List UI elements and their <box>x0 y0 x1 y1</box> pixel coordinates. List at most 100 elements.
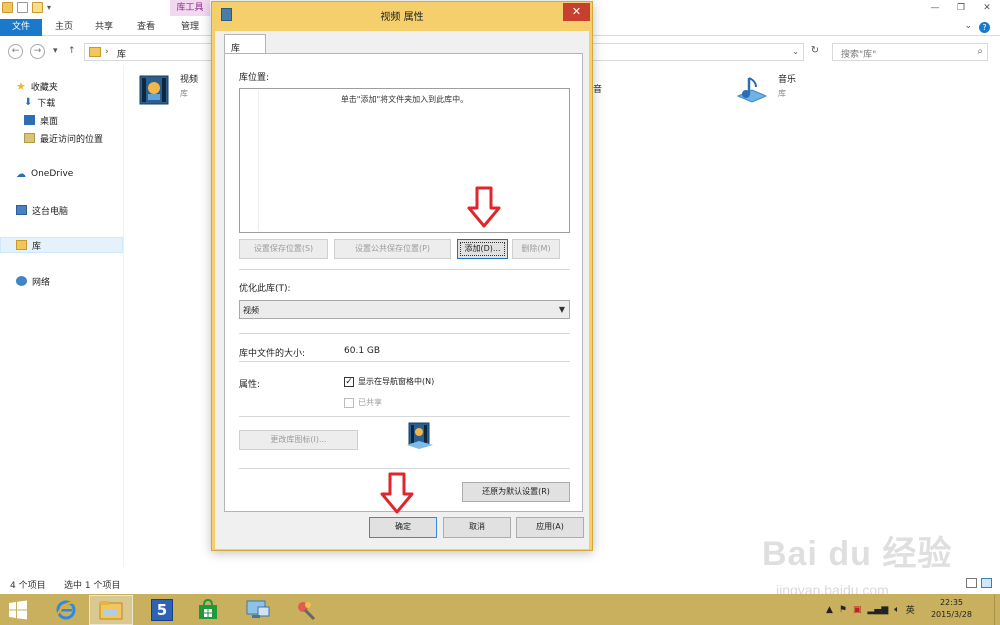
library-locations-list[interactable]: 单击"添加"将文件夹加入到此库中。 <box>239 88 570 233</box>
folder-icon <box>99 601 123 620</box>
item-type: 库 <box>180 89 188 98</box>
remote-desktop-icon[interactable] <box>236 595 280 625</box>
search-icon[interactable]: ⌕ <box>977 46 983 57</box>
search-placeholder: 搜索"库" <box>841 50 877 60</box>
tab-file[interactable]: 文件 <box>0 19 42 36</box>
divider <box>239 269 570 270</box>
optimize-library-select[interactable]: 视频 ▼ <box>239 300 570 319</box>
tab-view[interactable]: 查看 <box>130 19 162 36</box>
sidebar-item-libraries[interactable]: 库 <box>0 237 123 253</box>
attributes-label: 属性: <box>239 380 261 390</box>
tab-home[interactable]: 主页 <box>48 19 80 36</box>
tab-manage[interactable]: 管理 <box>172 19 208 36</box>
large-icons-view-icon[interactable] <box>981 578 992 588</box>
computer-icon <box>16 205 27 215</box>
monitor-icon <box>246 600 270 618</box>
checkbox-label: 显示在导航窗格中(N) <box>358 377 435 386</box>
optimize-selected-value: 视频 <box>243 306 259 315</box>
maximize-icon[interactable]: ❐ <box>948 0 974 16</box>
sidebar-item-favorites[interactable]: ★ 收藏夹 <box>16 78 58 94</box>
recent-places-icon <box>24 133 35 143</box>
library-item-music[interactable]: 音乐 库 <box>734 72 796 108</box>
tab-share[interactable]: 共享 <box>88 19 120 36</box>
sidebar-item-onedrive[interactable]: ☁ OneDrive <box>16 166 73 182</box>
library-tools-context-tab: 库工具 <box>170 0 210 16</box>
view-switcher <box>966 578 992 588</box>
app-5-icon[interactable]: 5 <box>140 595 184 625</box>
divider <box>239 361 570 362</box>
sidebar-item-network[interactable]: 网络 <box>16 273 50 289</box>
checkbox-label: 已共享 <box>358 398 382 407</box>
restore-defaults-button[interactable]: 还原为默认设置(R) <box>462 482 570 502</box>
library-properties-dialog: 视频 属性 ✕ 库 库位置: 单击"添加"将文件夹加入到此库中。 设置保存位置(… <box>211 1 593 551</box>
divider <box>239 333 570 334</box>
item-type: 库 <box>778 89 786 98</box>
network-signal-icon[interactable]: ▂▄▆ <box>868 605 889 615</box>
add-button[interactable]: 添加(D)... <box>457 239 508 259</box>
baidu-watermark: Bai du 经验 <box>762 535 953 573</box>
video-library-icon <box>407 422 433 449</box>
download-icon: ⬇ <box>24 96 33 108</box>
back-icon[interactable]: ← <box>8 44 23 59</box>
internet-explorer-icon[interactable] <box>44 595 88 625</box>
folder-icon[interactable] <box>2 2 13 13</box>
file-explorer-icon[interactable] <box>89 595 133 625</box>
forward-icon[interactable]: → <box>30 44 45 59</box>
refresh-icon[interactable]: ↻ <box>806 45 824 59</box>
chevron-down-icon[interactable]: ⌄ <box>792 47 799 56</box>
chevron-down-icon[interactable]: ▾ <box>47 3 51 12</box>
clock[interactable]: 22:35 2015/3/28 <box>931 597 972 621</box>
cancel-button[interactable]: 取消 <box>443 517 511 538</box>
chevron-down-icon[interactable]: ⌄ <box>964 21 972 31</box>
divider <box>239 416 570 417</box>
set-save-location-button[interactable]: 设置保存位置(S) <box>239 239 328 259</box>
details-view-icon[interactable] <box>966 578 977 588</box>
show-hidden-icons-icon[interactable]: ▲ <box>826 605 833 615</box>
change-library-icon-button[interactable]: 更改库图标(I)... <box>239 430 358 450</box>
library-item-videos[interactable]: 视频 库 <box>136 72 198 108</box>
close-icon[interactable]: ✕ <box>563 3 590 21</box>
help-icon[interactable]: ? <box>979 22 990 33</box>
tab-library[interactable]: 库 <box>224 34 266 54</box>
partially-hidden-item-name: 音 <box>593 85 603 95</box>
minimize-icon[interactable]: — <box>922 0 948 16</box>
properties-icon[interactable] <box>17 2 28 13</box>
ime-indicator[interactable]: 英 <box>906 603 915 616</box>
optimize-label: 优化此库(T): <box>239 284 291 294</box>
size-label: 库中文件的大小: <box>239 349 306 359</box>
navigation-pane: ★ 收藏夹 ⬇ 下载 桌面 最近访问的位置 ☁ OneDrive 这台电脑 库 … <box>0 66 124 566</box>
quick-access-toolbar: ▾ <box>2 2 51 13</box>
set-public-save-location-button[interactable]: 设置公共保存位置(P) <box>334 239 451 259</box>
system-tray: ▲ ⚑ ▣ ▂▄▆ 🔈︎ 英 <box>826 603 915 617</box>
red-arrow-down-icon <box>467 186 501 228</box>
action-center-flag-icon[interactable]: ⚑ <box>839 605 847 615</box>
windows-store-icon[interactable] <box>186 595 230 625</box>
sidebar-item-recent[interactable]: 最近访问的位置 <box>24 130 103 146</box>
windows-start-icon[interactable] <box>8 600 28 620</box>
volume-icon[interactable]: 🔈︎ <box>894 605 899 615</box>
show-in-navigation-checkbox[interactable]: ✓ 显示在导航窗格中(N) <box>344 376 434 387</box>
search-input[interactable]: 搜索"库" ⌕ <box>832 43 988 61</box>
breadcrumb-separator-icon[interactable]: › <box>105 47 109 57</box>
ok-button[interactable]: 确定 <box>369 517 437 538</box>
paint-tool-icon[interactable] <box>284 595 328 625</box>
sidebar-item-label: 桌面 <box>40 116 59 127</box>
sidebar-item-label: 收藏夹 <box>30 82 58 93</box>
size-value: 60.1 GB <box>344 346 381 356</box>
sidebar-item-desktop[interactable]: 桌面 <box>24 112 58 128</box>
show-desktop-button[interactable] <box>994 594 1000 625</box>
up-icon[interactable]: ↑ <box>68 46 76 56</box>
sidebar-item-this-pc[interactable]: 这台电脑 <box>16 202 68 218</box>
recent-locations-icon[interactable]: ▾ <box>53 46 58 56</box>
close-icon[interactable]: ✕ <box>974 0 1000 16</box>
sidebar-item-downloads[interactable]: ⬇ 下载 <box>24 94 55 110</box>
breadcrumb[interactable]: 库 <box>117 47 126 60</box>
remove-button[interactable]: 删除(M) <box>512 239 560 259</box>
shared-checkbox[interactable]: 已共享 <box>344 397 382 408</box>
store-bag-icon <box>199 599 217 619</box>
divider <box>239 468 570 469</box>
apply-button[interactable]: 应用(A) <box>516 517 584 538</box>
desktop-icon <box>24 115 35 125</box>
new-folder-icon[interactable] <box>32 2 43 13</box>
app-tray-icon[interactable]: ▣ <box>853 605 862 615</box>
